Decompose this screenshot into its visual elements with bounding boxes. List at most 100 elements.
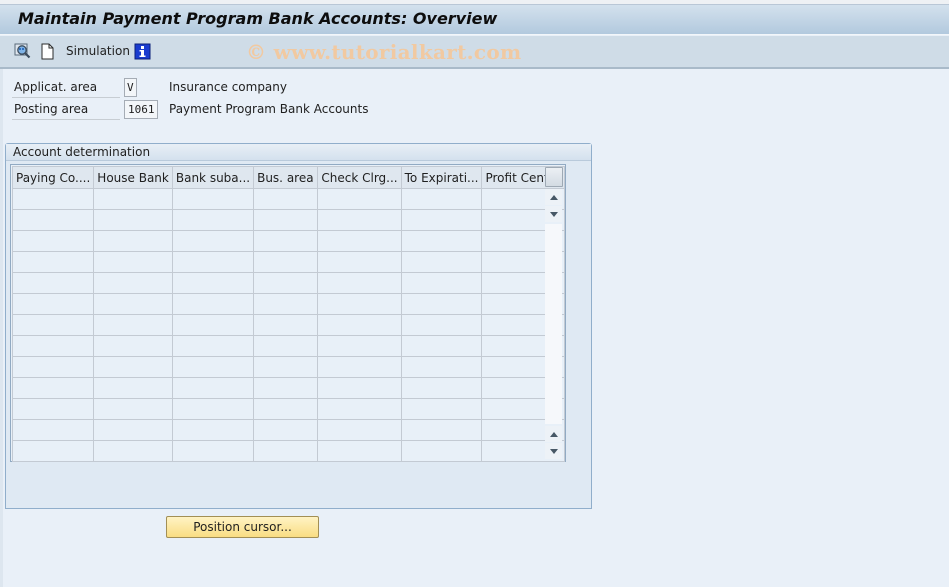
column-settings-button[interactable]: [545, 167, 563, 187]
cell-paying-company[interactable]: [11, 440, 95, 462]
application-area-input[interactable]: V: [124, 78, 137, 97]
cell-business-area[interactable]: [253, 314, 319, 336]
column-header-business-area[interactable]: Bus. area: [253, 166, 319, 189]
column-header-bank-subaccount[interactable]: Bank suba...: [171, 166, 255, 189]
cell-business-area[interactable]: [253, 440, 319, 462]
cell-bank-subaccount[interactable]: [171, 377, 255, 399]
posting-area-input[interactable]: 1061: [124, 100, 158, 119]
cell-house-bank[interactable]: [93, 293, 173, 315]
cell-bank-subaccount[interactable]: [171, 419, 255, 441]
cell-business-area[interactable]: [253, 377, 319, 399]
cell-check-clearing[interactable]: [317, 314, 402, 336]
find-icon[interactable]: [14, 43, 31, 60]
cell-paying-company[interactable]: [11, 272, 95, 294]
cell-business-area[interactable]: [253, 356, 319, 378]
cell-to-expiration[interactable]: [400, 377, 483, 399]
cell-business-area[interactable]: [253, 230, 319, 252]
scroll-down-button[interactable]: [545, 443, 562, 459]
cell-to-expiration[interactable]: [400, 356, 483, 378]
cell-to-expiration[interactable]: [400, 335, 483, 357]
cell-to-expiration[interactable]: [400, 440, 483, 462]
scroll-page-down-button[interactable]: [545, 206, 562, 222]
cell-bank-subaccount[interactable]: [171, 251, 255, 273]
cell-check-clearing[interactable]: [317, 251, 402, 273]
cell-paying-company[interactable]: [11, 398, 95, 420]
cell-to-expiration[interactable]: [400, 419, 483, 441]
cell-business-area[interactable]: [253, 251, 319, 273]
cell-check-clearing[interactable]: [317, 440, 402, 462]
column-header-paying-company[interactable]: Paying Co....: [11, 166, 95, 189]
cell-house-bank[interactable]: [93, 419, 173, 441]
cell-bank-subaccount[interactable]: [171, 356, 255, 378]
cell-business-area[interactable]: [253, 272, 319, 294]
cell-business-area[interactable]: [253, 398, 319, 420]
cell-to-expiration[interactable]: [400, 272, 483, 294]
cell-paying-company[interactable]: [11, 209, 95, 231]
cell-house-bank[interactable]: [93, 188, 173, 210]
cell-to-expiration[interactable]: [400, 398, 483, 420]
cell-house-bank[interactable]: [93, 398, 173, 420]
information-icon[interactable]: [134, 43, 151, 60]
cell-bank-subaccount[interactable]: [171, 314, 255, 336]
column-header-to-expiration[interactable]: To Expirati...: [400, 166, 483, 189]
vertical-scrollbar[interactable]: [544, 166, 564, 460]
cell-business-area[interactable]: [253, 419, 319, 441]
cell-business-area[interactable]: [253, 188, 319, 210]
cell-house-bank[interactable]: [93, 377, 173, 399]
cell-house-bank[interactable]: [93, 251, 173, 273]
cell-check-clearing[interactable]: [317, 272, 402, 294]
cell-house-bank[interactable]: [93, 272, 173, 294]
cell-house-bank[interactable]: [93, 230, 173, 252]
cell-bank-subaccount[interactable]: [171, 272, 255, 294]
cell-paying-company[interactable]: [11, 230, 95, 252]
scrollbar-track[interactable]: [545, 224, 562, 424]
new-document-icon[interactable]: [39, 43, 56, 60]
cell-paying-company[interactable]: [11, 251, 95, 273]
cell-to-expiration[interactable]: [400, 314, 483, 336]
cell-paying-company[interactable]: [11, 188, 95, 210]
cell-paying-company[interactable]: [11, 335, 95, 357]
cell-check-clearing[interactable]: [317, 188, 402, 210]
cell-to-expiration[interactable]: [400, 188, 483, 210]
scroll-up-button[interactable]: [545, 189, 562, 205]
cell-house-bank[interactable]: [93, 335, 173, 357]
cell-bank-subaccount[interactable]: [171, 230, 255, 252]
cell-house-bank[interactable]: [93, 440, 173, 462]
cell-check-clearing[interactable]: [317, 398, 402, 420]
cell-check-clearing[interactable]: [317, 293, 402, 315]
cell-check-clearing[interactable]: [317, 377, 402, 399]
position-cursor-button[interactable]: Position cursor...: [166, 516, 319, 538]
simulation-button[interactable]: Simulation: [66, 44, 130, 58]
column-header-house-bank[interactable]: House Bank: [93, 166, 173, 189]
column-header-check-clearing[interactable]: Check Clrg...: [317, 166, 402, 189]
cell-paying-company[interactable]: [11, 314, 95, 336]
cell-check-clearing[interactable]: [317, 335, 402, 357]
cell-house-bank[interactable]: [93, 356, 173, 378]
cell-to-expiration[interactable]: [400, 293, 483, 315]
cell-bank-subaccount[interactable]: [171, 398, 255, 420]
table-row: [11, 335, 565, 357]
cell-house-bank[interactable]: [93, 314, 173, 336]
cell-bank-subaccount[interactable]: [171, 188, 255, 210]
cell-bank-subaccount[interactable]: [171, 293, 255, 315]
cell-check-clearing[interactable]: [317, 209, 402, 231]
cell-bank-subaccount[interactable]: [171, 335, 255, 357]
cell-business-area[interactable]: [253, 335, 319, 357]
cell-to-expiration[interactable]: [400, 209, 483, 231]
cell-to-expiration[interactable]: [400, 251, 483, 273]
cell-to-expiration[interactable]: [400, 230, 483, 252]
cell-paying-company[interactable]: [11, 377, 95, 399]
cell-business-area[interactable]: [253, 293, 319, 315]
cell-paying-company[interactable]: [11, 419, 95, 441]
cell-check-clearing[interactable]: [317, 419, 402, 441]
table-row: [11, 440, 565, 462]
cell-check-clearing[interactable]: [317, 230, 402, 252]
cell-check-clearing[interactable]: [317, 356, 402, 378]
cell-house-bank[interactable]: [93, 209, 173, 231]
cell-paying-company[interactable]: [11, 356, 95, 378]
cell-business-area[interactable]: [253, 209, 319, 231]
scroll-page-up-button[interactable]: [545, 426, 562, 442]
cell-paying-company[interactable]: [11, 293, 95, 315]
cell-bank-subaccount[interactable]: [171, 440, 255, 462]
cell-bank-subaccount[interactable]: [171, 209, 255, 231]
